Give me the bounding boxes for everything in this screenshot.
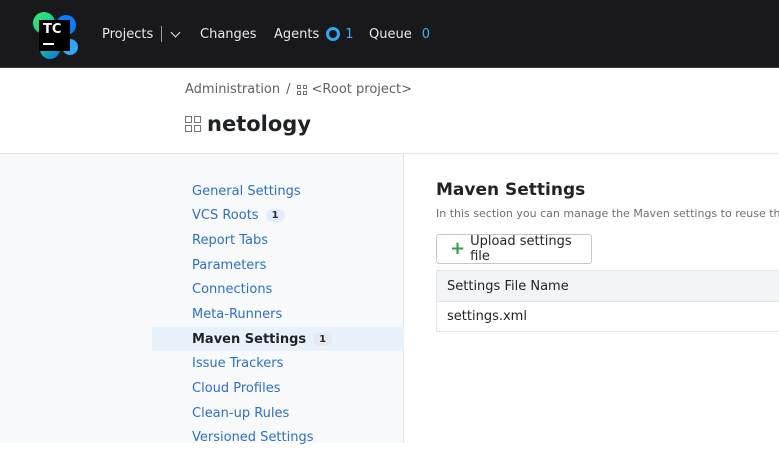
nav-agents-label: Agents xyxy=(274,26,320,42)
nav-changes-label: Changes xyxy=(200,26,257,42)
upload-settings-file-button[interactable]: + Upload settings file xyxy=(436,234,592,264)
nav-queue-label: Queue xyxy=(369,26,412,42)
sidebar-item-meta-runners[interactable]: Meta-Runners xyxy=(152,302,404,326)
agents-count: 1 xyxy=(345,26,354,42)
settings-file-name[interactable]: settings.xml xyxy=(447,309,527,324)
logo-text: TC xyxy=(43,22,62,37)
sidebar-item-issue-trackers[interactable]: Issue Trackers xyxy=(152,351,404,375)
sidebar-item-maven-settings[interactable]: Maven Settings 1 xyxy=(152,327,404,351)
chevron-down-icon[interactable] xyxy=(170,27,181,37)
sidebar-item-report-tabs[interactable]: Report Tabs xyxy=(152,228,404,252)
sidebar-item-label: Cloud Profiles xyxy=(192,380,281,396)
project-grid-icon xyxy=(185,116,201,132)
agent-status-icon xyxy=(326,27,341,41)
nav-queue[interactable]: Queue 0 xyxy=(369,0,430,68)
sidebar-item-label: Meta-Runners xyxy=(192,306,283,322)
section-description: In this section you can manage the Maven… xyxy=(436,207,779,220)
section-title: Maven Settings xyxy=(436,180,586,200)
count-badge: 1 xyxy=(265,208,285,222)
sidebar-item-versioned-settings[interactable]: Versioned Settings xyxy=(152,425,404,449)
sidebar-item-connections[interactable]: Connections xyxy=(152,277,404,301)
teamcity-logo[interactable]: TC xyxy=(30,11,78,59)
count-badge: 1 xyxy=(313,332,333,346)
top-navigation-bar: TC Projects Changes Agents 1 Queue 0 xyxy=(0,0,779,68)
nav-separator xyxy=(161,26,163,42)
settings-files-table: Settings File Name settings.xml xyxy=(436,270,779,332)
sidebar-item-label: Clean-up Rules xyxy=(192,405,290,421)
column-header-label: Settings File Name xyxy=(447,278,569,294)
sidebar-item-label: Connections xyxy=(192,281,273,297)
sidebar-item-label: Parameters xyxy=(192,257,267,273)
sidebar-item-general-settings[interactable]: General Settings xyxy=(152,179,404,203)
table-row[interactable]: settings.xml xyxy=(436,302,779,332)
page-title-row: netology xyxy=(185,112,311,136)
sidebar-item-label: VCS Roots xyxy=(192,207,259,223)
queue-count: 0 xyxy=(421,26,430,42)
nav-agents[interactable]: Agents 1 xyxy=(274,0,354,68)
breadcrumb-separator: / xyxy=(286,82,291,97)
project-grid-icon xyxy=(296,84,307,95)
sidebar-item-clean-up-rules[interactable]: Clean-up Rules xyxy=(152,401,404,425)
sidebar-item-cloud-profiles[interactable]: Cloud Profiles xyxy=(152,376,404,400)
nav-projects-label: Projects xyxy=(102,26,154,42)
page-title: netology xyxy=(207,112,312,136)
nav-projects[interactable]: Projects xyxy=(102,0,181,68)
sidebar-item-label: Issue Trackers xyxy=(192,355,284,371)
settings-sidebar: General Settings VCS Roots 1 Report Tabs… xyxy=(0,154,404,445)
sidebar-item-label: General Settings xyxy=(192,183,301,199)
plus-icon: + xyxy=(450,238,466,259)
breadcrumb: Administration / <Root project> xyxy=(185,82,412,97)
upload-button-label: Upload settings file xyxy=(470,234,572,264)
sidebar-item-label: Maven Settings xyxy=(192,331,307,347)
table-header-settings-file-name: Settings File Name xyxy=(436,270,779,302)
breadcrumb-administration[interactable]: Administration xyxy=(185,82,280,97)
sidebar-item-label: Versioned Settings xyxy=(192,429,314,445)
breadcrumb-root-project[interactable]: <Root project> xyxy=(312,82,413,97)
sidebar-item-parameters[interactable]: Parameters xyxy=(152,253,404,277)
nav-changes[interactable]: Changes xyxy=(200,0,257,68)
sidebar-item-vcs-roots[interactable]: VCS Roots 1 xyxy=(152,203,404,227)
sidebar-item-label: Report Tabs xyxy=(192,232,269,248)
